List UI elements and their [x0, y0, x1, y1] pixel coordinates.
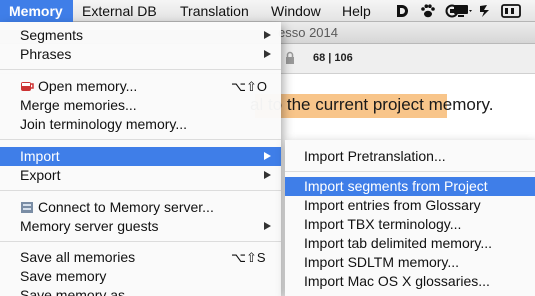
submenu-arrow-icon: [264, 171, 271, 179]
import-submenu: Import Pretranslation... Import segments…: [285, 140, 535, 296]
menu-separator: [0, 69, 281, 70]
menu-item-label: Join terminology memory...: [20, 116, 188, 132]
submenu-item-import-tbx[interactable]: Import TBX terminology...: [285, 215, 535, 234]
menu-item-label: Import: [20, 148, 60, 164]
memory-menu: Segments Phrases Open memory... ⌥⇧O Merg…: [0, 22, 281, 296]
menu-item-export[interactable]: Export: [0, 166, 281, 185]
menu-item-label: Import segments from Project: [304, 178, 488, 194]
server-icon: [21, 202, 33, 213]
menu-item-connect-server[interactable]: Connect to Memory server...: [0, 198, 281, 217]
submenu-arrow-icon: [264, 31, 271, 39]
paw-icon[interactable]: [420, 3, 436, 19]
submenu-item-import-macos-glossaries[interactable]: Import Mac OS X glossaries...: [285, 272, 535, 291]
flashlight-icon[interactable]: [500, 3, 522, 19]
menu-item-label: Phrases: [20, 46, 72, 62]
menu-separator: [0, 139, 281, 140]
menu-separator: [0, 190, 281, 191]
editor-text: al to the current project memory.: [250, 95, 494, 114]
menu-item-label: Segments: [20, 27, 84, 43]
menu-item-import[interactable]: Import: [0, 147, 281, 166]
window-title: esso 2014: [278, 25, 338, 40]
menu-item-label: Connect to Memory server...: [38, 199, 214, 215]
d-app-icon[interactable]: [395, 3, 409, 19]
shortcut-label: ⌥⇧S: [231, 250, 266, 265]
display-icon[interactable]: [452, 3, 474, 19]
submenu-arrow-icon: [264, 222, 271, 230]
menu-item-label: Open memory...: [38, 78, 138, 94]
menu-item-server-guests[interactable]: Memory server guests: [0, 217, 281, 236]
menu-item-join-terminology[interactable]: Join terminology memory...: [0, 115, 281, 134]
submenu-item-import-pretranslation[interactable]: Import Pretranslation...: [285, 147, 535, 166]
menu-item-label: Import Mac OS X glossaries...: [304, 273, 490, 289]
menu-item-phrases[interactable]: Phrases: [0, 45, 281, 64]
menu-item-label: Save memory: [20, 268, 107, 284]
menu-item-merge-memories[interactable]: Merge memories...: [0, 96, 281, 115]
menu-item-open-memory[interactable]: Open memory... ⌥⇧O: [0, 77, 281, 96]
menu-item-save-memory-as[interactable]: Save memory as...: [0, 286, 281, 296]
menu-bar: Memory External DB Translation Window He…: [0, 0, 535, 22]
menu-item-label: Merge memories...: [20, 97, 137, 113]
menu-item-label: Import SDLTM memory...: [304, 254, 460, 270]
menu-item-label: Save all memories: [20, 249, 136, 265]
menu-external-db[interactable]: External DB: [82, 0, 157, 22]
menu-separator: [285, 171, 535, 172]
menu-window[interactable]: Window: [271, 0, 321, 22]
menu-item-label: Import tab delimited memory...: [304, 235, 493, 251]
menu-item-label: Memory server guests: [20, 218, 159, 234]
menu-separator: [0, 241, 281, 242]
menu-item-label: Export: [20, 167, 61, 183]
shortcut-label: ⌥⇧O: [231, 79, 267, 94]
menu-item-save-memory[interactable]: Save memory: [0, 267, 281, 286]
submenu-arrow-icon: [264, 152, 271, 160]
menu-item-segments[interactable]: Segments: [0, 26, 281, 45]
submenu-item-import-glossary[interactable]: Import entries from Glossary: [285, 196, 535, 215]
menu-item-save-all[interactable]: Save all memories ⌥⇧S: [0, 248, 281, 267]
submenu-item-import-tab-delimited[interactable]: Import tab delimited memory...: [285, 234, 535, 253]
submenu-arrow-icon: [264, 50, 271, 58]
menu-item-label: Import TBX terminology...: [304, 216, 462, 232]
menu-item-label: Save memory as...: [20, 287, 137, 296]
submenu-item-import-sdltm[interactable]: Import SDLTM memory...: [285, 253, 535, 272]
lock-icon: [286, 51, 294, 64]
menu-help[interactable]: Help: [342, 0, 371, 22]
sync-icon[interactable]: [478, 3, 492, 19]
segment-counter: 68 | 106: [313, 52, 353, 64]
menu-memory[interactable]: Memory: [0, 0, 73, 22]
menu-translation[interactable]: Translation: [180, 0, 249, 22]
coffee-cup-icon: [21, 82, 34, 91]
submenu-item-import-segments-project[interactable]: Import segments from Project: [285, 177, 535, 196]
menu-item-label: Import entries from Glossary: [304, 197, 481, 213]
menu-item-label: Import Pretranslation...: [304, 148, 446, 164]
